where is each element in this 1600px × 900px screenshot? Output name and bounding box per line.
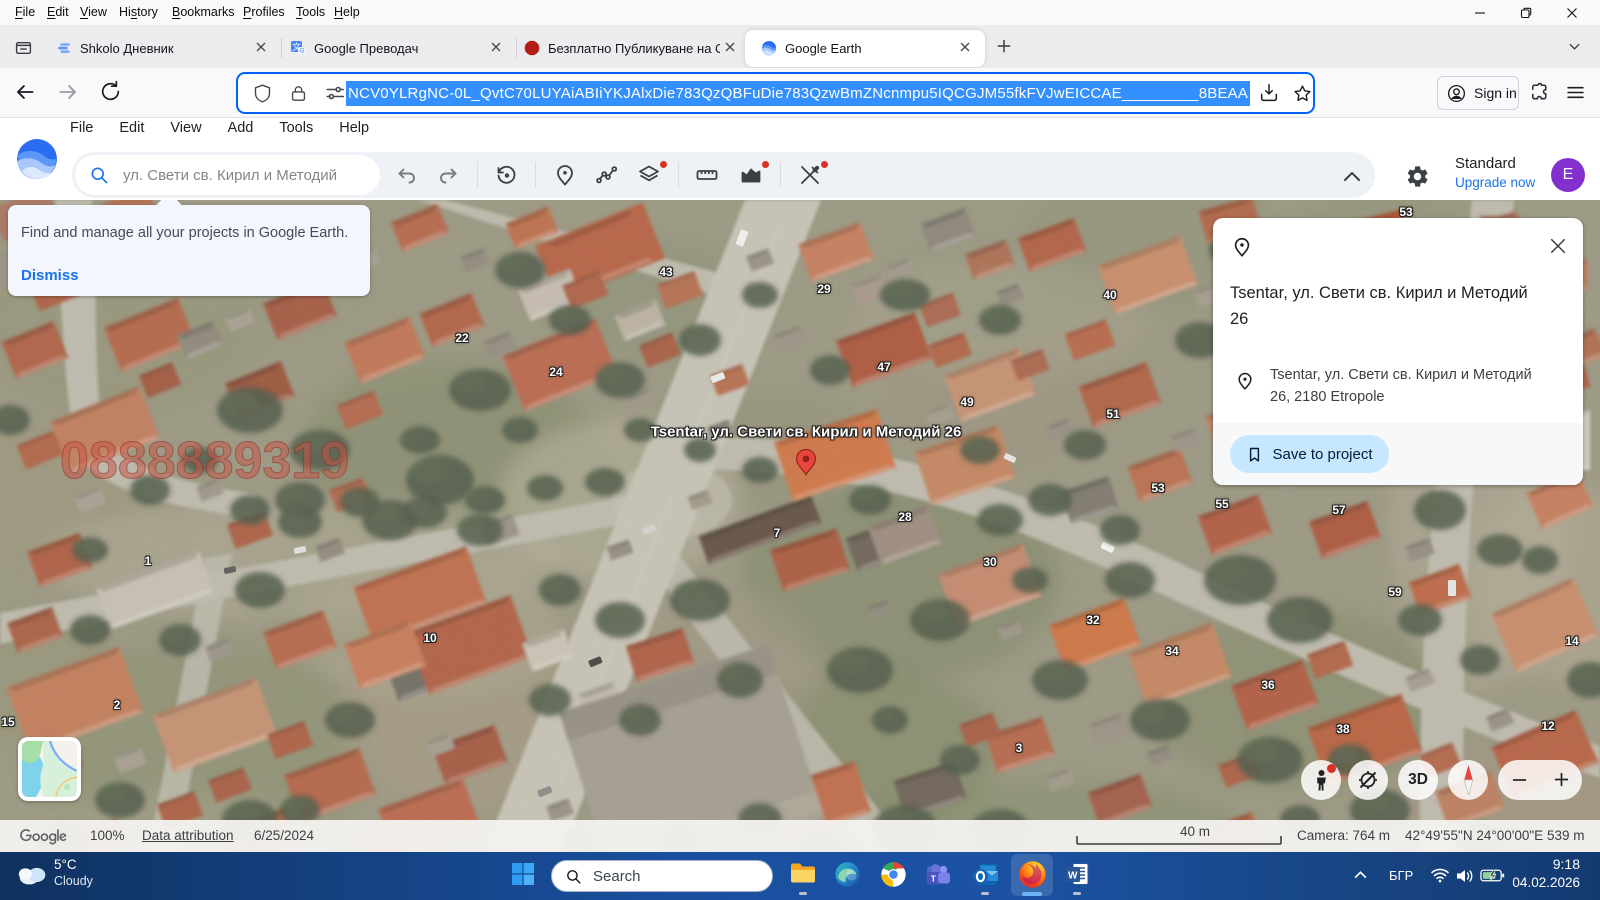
svg-text:W: W [1067,870,1077,881]
svg-text:G: G [299,48,304,55]
svg-text:T: T [930,873,936,883]
